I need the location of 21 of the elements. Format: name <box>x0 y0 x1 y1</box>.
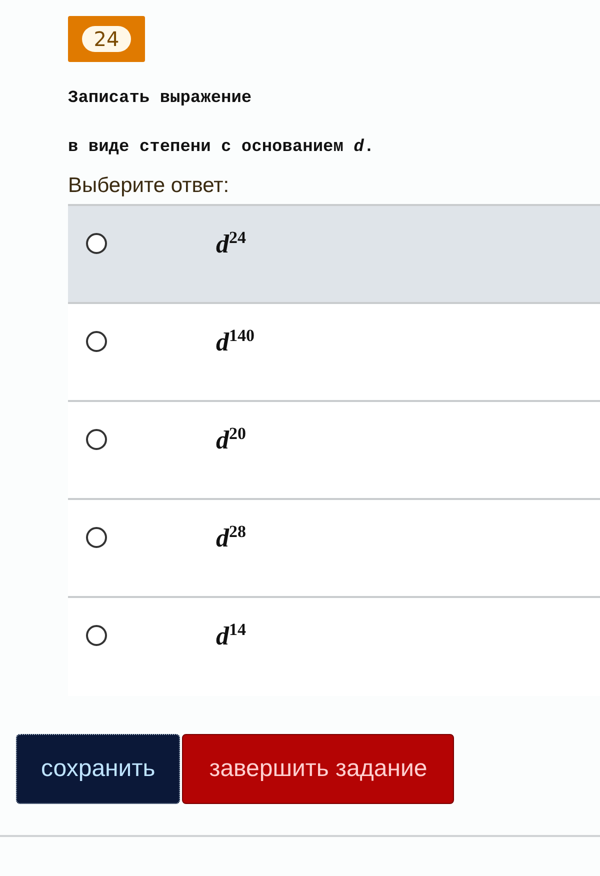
finish-button[interactable]: завершить задание <box>182 734 454 804</box>
radio-button[interactable] <box>86 527 107 548</box>
radio-button[interactable] <box>86 429 107 450</box>
answer-option[interactable]: d$^{14}$ <box>68 598 600 696</box>
radio-button[interactable] <box>86 233 107 254</box>
radio-button[interactable] <box>86 331 107 352</box>
radio-button[interactable] <box>86 625 107 646</box>
answer-option[interactable]: d$^{28}$ <box>68 500 600 598</box>
question-text: в виде степени с основанием d. <box>68 137 376 159</box>
answer-formula: d$^{20}$ <box>216 424 246 456</box>
answer-option[interactable]: d$^{140}$ <box>68 304 600 402</box>
prompt-text: Выберите ответ: <box>68 173 230 199</box>
answer-formula: d$^{24}$ <box>216 228 246 260</box>
answer-option[interactable]: d$^{24}$ <box>68 206 600 304</box>
answer-option[interactable]: d$^{20}$ <box>68 402 600 500</box>
save-button[interactable]: сохранить <box>16 734 180 804</box>
answer-formula: d$^{14}$ <box>216 620 246 652</box>
answer-formula: d$^{140}$ <box>216 326 254 358</box>
answer-formula: d$^{28}$ <box>216 522 246 554</box>
question-text: Записать выражение <box>68 88 253 110</box>
question-number: 24 <box>82 26 132 52</box>
